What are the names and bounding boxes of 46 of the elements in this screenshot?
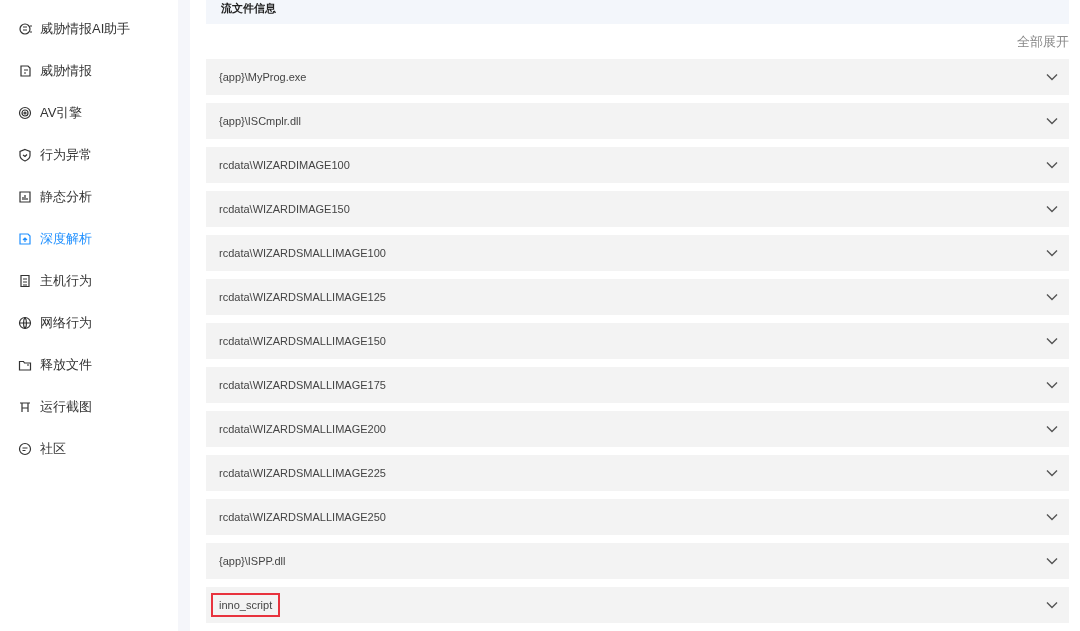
- file-row[interactable]: {app}\ISCmplr.dll: [206, 103, 1069, 139]
- file-row[interactable]: {app}\ISPP.dll: [206, 543, 1069, 579]
- sidebar-item[interactable]: 释放文件: [0, 354, 178, 396]
- file-name: rcdata\WIZARDSMALLIMAGE100: [218, 246, 387, 261]
- shield-icon: [18, 148, 32, 162]
- sidebar-item[interactable]: AV引擎: [0, 102, 178, 144]
- sidebar-item[interactable]: 运行截图: [0, 396, 178, 438]
- file-row[interactable]: rcdata\WIZARDSMALLIMAGE250: [206, 499, 1069, 535]
- file-name: rcdata\WIZARDSMALLIMAGE200: [218, 422, 387, 437]
- file-name: rcdata\WIZARDSMALLIMAGE125: [218, 290, 387, 305]
- file-row[interactable]: {app}\MyProg.exe: [206, 59, 1069, 95]
- file-row[interactable]: inno_script: [206, 587, 1069, 623]
- sidebar-item[interactable]: 威胁情报AI助手: [0, 18, 178, 60]
- file-row[interactable]: rcdata\WIZARDIMAGE150: [206, 191, 1069, 227]
- chart-document-icon: [18, 190, 32, 204]
- sidebar-item[interactable]: 行为异常: [0, 144, 178, 186]
- sidebar-item[interactable]: 威胁情报: [0, 60, 178, 102]
- file-row[interactable]: rcdata\WIZARDSMALLIMAGE225: [206, 455, 1069, 491]
- file-name: rcdata\WIZARDIMAGE150: [218, 202, 351, 217]
- file-name: {app}\ISCmplr.dll: [218, 114, 302, 129]
- sidebar-item[interactable]: 主机行为: [0, 270, 178, 312]
- file-row[interactable]: rcdata\WIZARDSMALLIMAGE100: [206, 235, 1069, 271]
- document-icon: [18, 64, 32, 78]
- globe-icon: [18, 316, 32, 330]
- file-name: rcdata\WIZARDSMALLIMAGE250: [218, 510, 387, 525]
- file-name: rcdata\WIZARDSMALLIMAGE175: [218, 378, 387, 393]
- sidebar-item[interactable]: 静态分析: [0, 186, 178, 228]
- file-name: rcdata\WIZARDSMALLIMAGE150: [218, 334, 387, 349]
- file-row[interactable]: rcdata\WIZARDSMALLIMAGE175: [206, 367, 1069, 403]
- target-icon: [18, 106, 32, 120]
- file-name: rcdata\WIZARDSMALLIMAGE225: [218, 466, 387, 481]
- file-name: {app}\MyProg.exe: [218, 70, 308, 85]
- server-icon: [18, 274, 32, 288]
- file-name: {app}\ISPP.dll: [218, 554, 287, 569]
- file-row[interactable]: rcdata\WIZARDSMALLIMAGE150: [206, 323, 1069, 359]
- folder-icon: [18, 358, 32, 372]
- file-row[interactable]: rcdata\WIZARDSMALLIMAGE125: [206, 279, 1069, 315]
- expand-all-link[interactable]: 全部展开: [1017, 33, 1069, 51]
- chat-icon: [18, 442, 32, 456]
- file-row[interactable]: rcdata\WIZARDSMALLIMAGE200: [206, 411, 1069, 447]
- sidebar-item[interactable]: 网络行为: [0, 312, 178, 354]
- sidebar-item[interactable]: 社区: [0, 438, 178, 480]
- file-row[interactable]: rcdata\WIZARDIMAGE100: [206, 147, 1069, 183]
- section-header: 流文件信息: [206, 0, 1069, 24]
- file-name: inno_script: [211, 593, 281, 617]
- file-name: rcdata\WIZARDIMAGE100: [218, 158, 351, 173]
